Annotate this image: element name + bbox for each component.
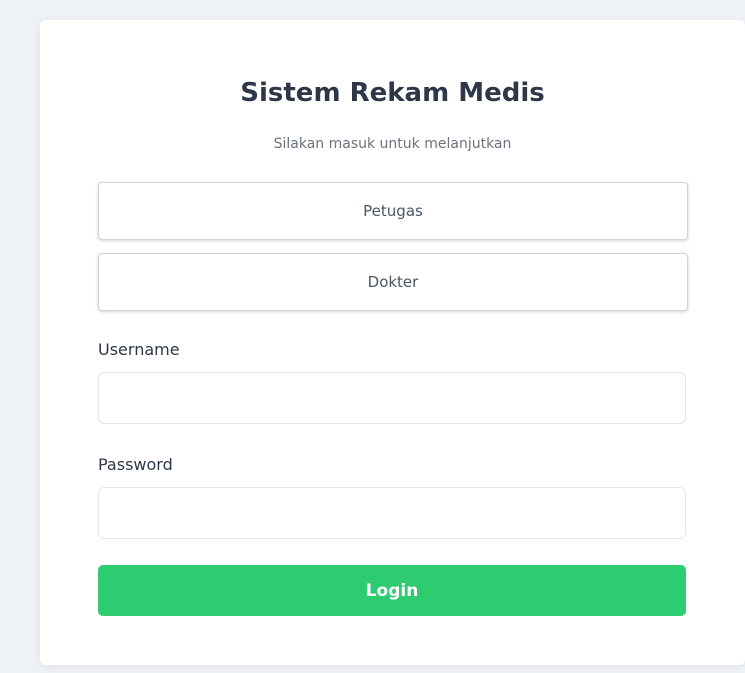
password-input[interactable] [98,487,686,539]
role-dokter-button[interactable]: Dokter [98,253,688,311]
login-button[interactable]: Login [98,565,686,616]
page-title: Sistem Rekam Medis [240,78,545,108]
login-page: Sistem Rekam Medis Silakan masuk untuk m… [0,0,745,673]
username-input[interactable] [98,372,686,424]
page-subtitle: Silakan masuk untuk melanjutkan [273,136,512,152]
password-label: Password [98,455,173,474]
login-card: Sistem Rekam Medis Silakan masuk untuk m… [40,20,745,665]
role-petugas-button[interactable]: Petugas [98,182,688,240]
username-label: Username [98,340,180,359]
